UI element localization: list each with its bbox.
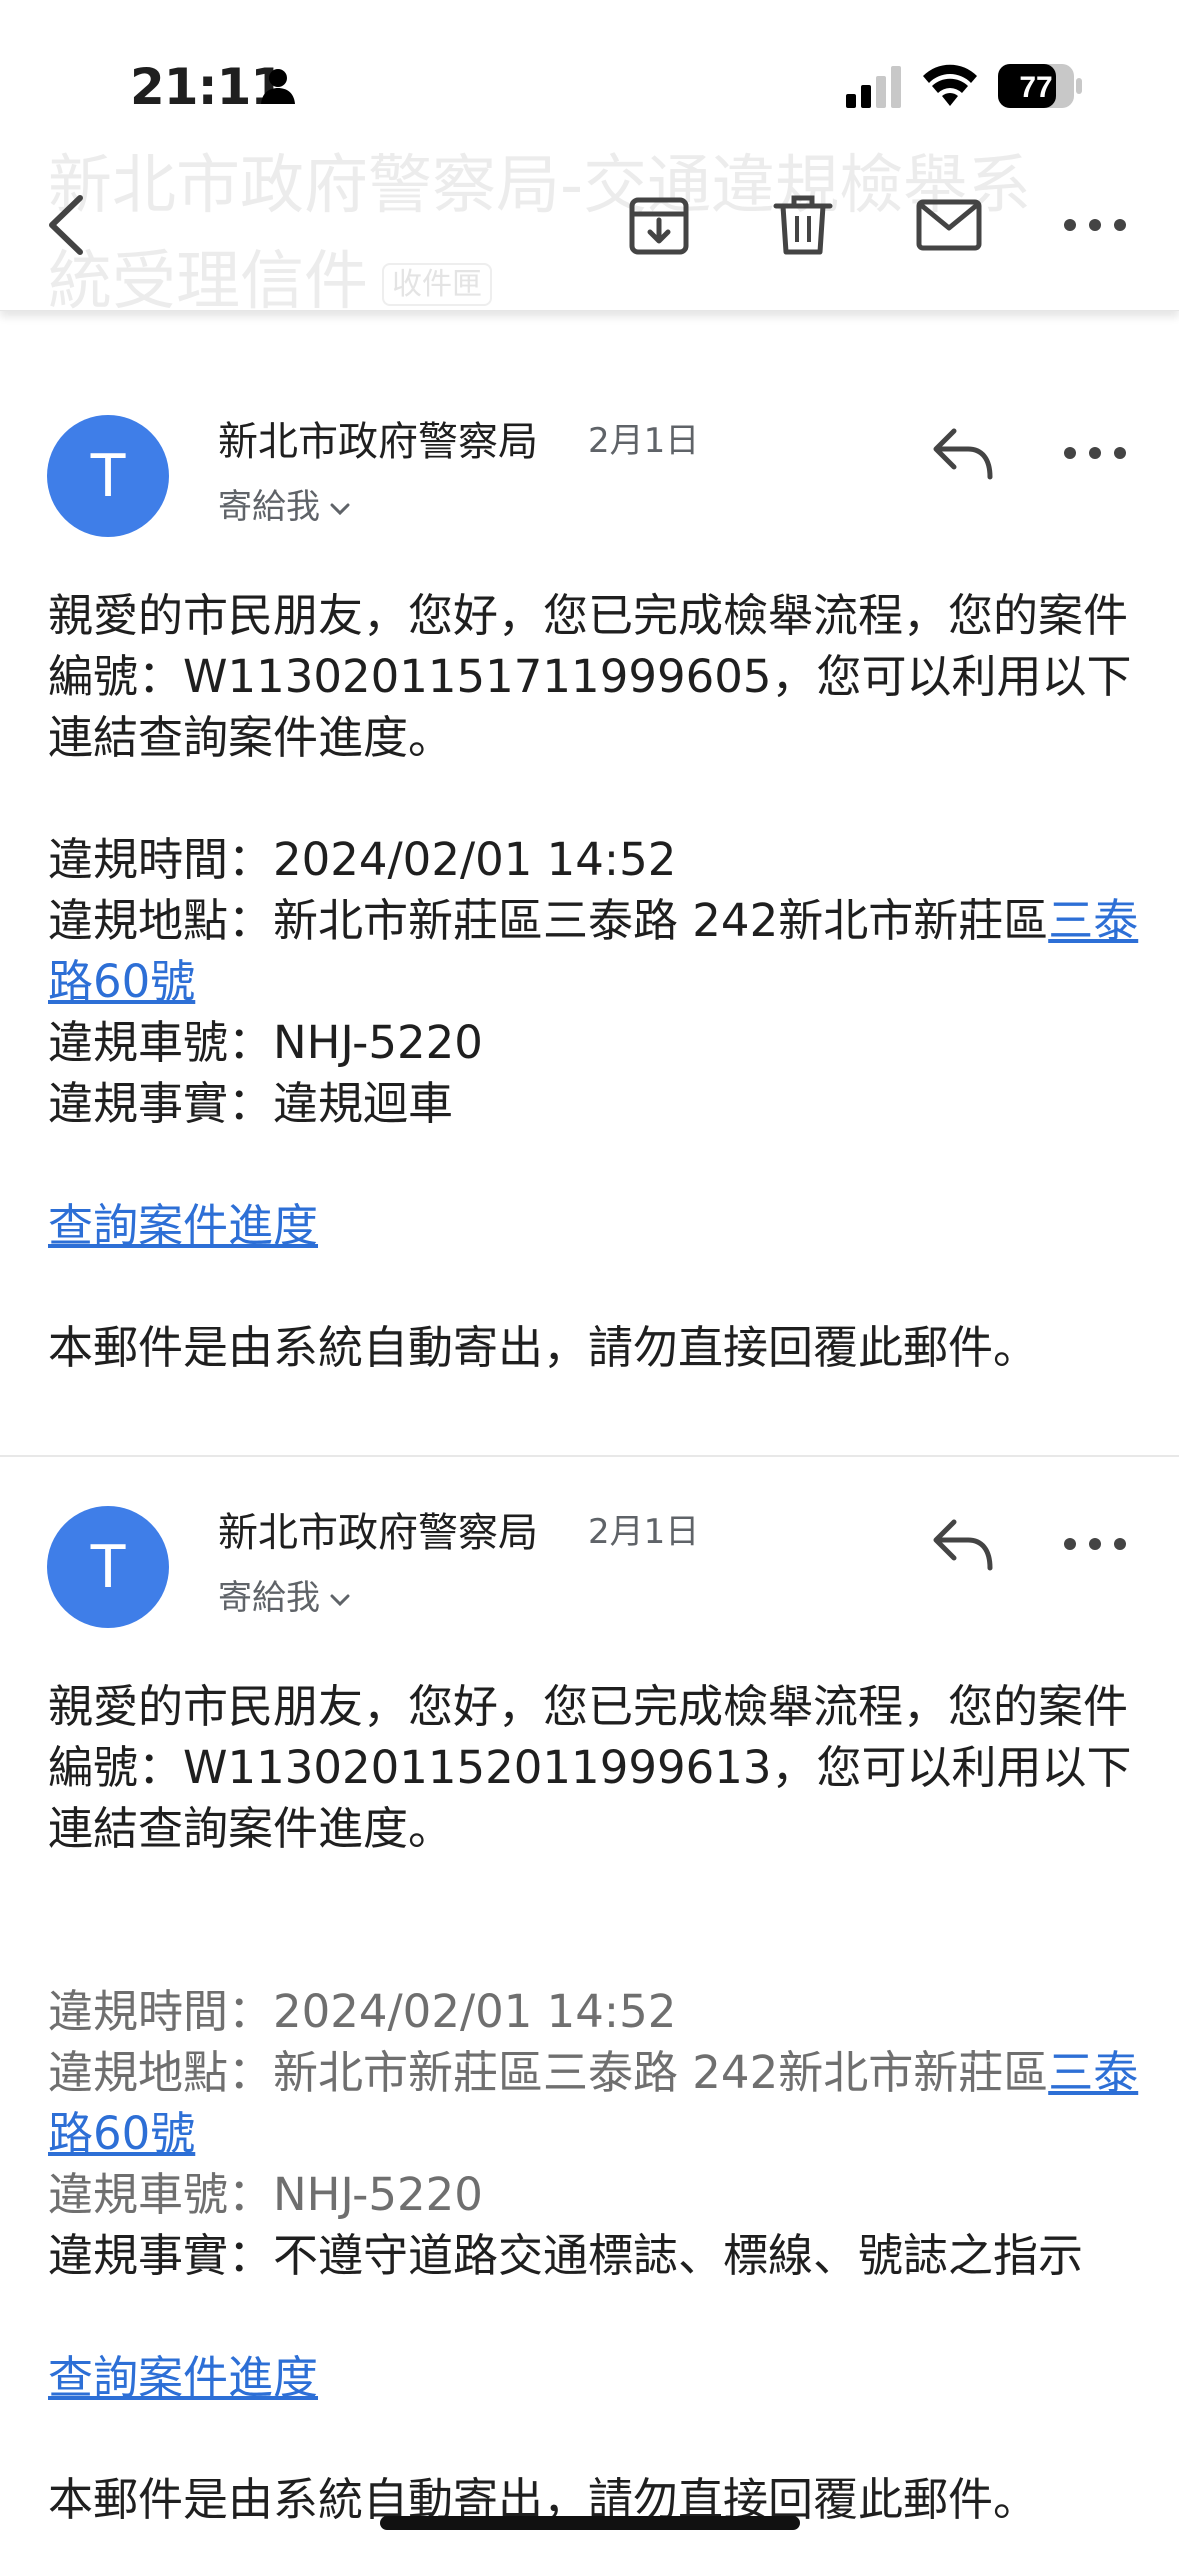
location-text: 違規地點：新北市新莊區三泰路 242新北市新莊區 (48, 894, 1049, 947)
recipient-label: 寄給我 (218, 487, 320, 527)
message-date: 2月1日 (588, 421, 700, 461)
archive-icon[interactable] (624, 190, 694, 260)
violation-fact: 違規事實：不遵守道路交通標誌、標線、號誌之指示 (48, 2229, 1084, 2282)
reply-icon[interactable] (928, 1514, 998, 1576)
violation-fact: 違規事實：違規迴車 (48, 1077, 454, 1130)
recipient-label: 寄給我 (218, 1578, 320, 1618)
email-subject: 新北市政府警察局-交通違規檢舉系統受理信件 收件匣 (48, 138, 1048, 333)
violation-time: 違規時間：2024/02/01 14:52 (48, 833, 677, 886)
more-horizontal-icon[interactable] (1060, 1524, 1130, 1564)
email-body: 親愛的市民朋友，您好，您已完成檢舉流程，您的案件編號：W113020115171… (48, 585, 1148, 1378)
trash-icon[interactable] (768, 190, 838, 260)
chevron-left-icon[interactable] (32, 190, 102, 260)
violation-location: 違規地點：新北市新莊區三泰路 242新北市新莊區三泰路60號 (48, 2042, 1148, 2164)
wifi-icon (923, 64, 977, 106)
avatar[interactable]: T (47, 415, 169, 537)
chevron-down-icon (330, 1594, 350, 1606)
home-indicator[interactable] (380, 2516, 800, 2530)
inbox-label: 收件匣 (382, 263, 492, 307)
email-subject-text: 新北市政府警察局-交通違規檢舉系統受理信件 (48, 149, 1032, 319)
violation-location: 違規地點：新北市新莊區三泰路 242新北市新莊區三泰路60號 (48, 890, 1148, 1012)
battery-icon: 77 (998, 64, 1082, 108)
violation-plate: 違規車號：NHJ-5220 (48, 1016, 483, 1069)
email-intro: 親愛的市民朋友，您好，您已完成檢舉流程，您的案件編號：W113020115171… (48, 589, 1132, 764)
location-text: 違規地點：新北市新莊區三泰路 242新北市新莊區 (48, 2046, 1049, 2099)
message-divider (0, 1455, 1179, 1457)
sender-name[interactable]: 新北市政府警察局 (218, 409, 538, 467)
toolbar: 新北市政府警察局-交通違規檢舉系統受理信件 收件匣 (0, 149, 1179, 319)
sender-name[interactable]: 新北市政府警察局 (218, 1500, 538, 1558)
violation-plate: 違規車號：NHJ-5220 (48, 2168, 483, 2221)
reply-icon[interactable] (928, 423, 998, 485)
cellular-signal-icon (846, 66, 901, 108)
violation-time: 違規時間：2024/02/01 14:52 (48, 1985, 677, 2038)
battery-level: 77 (1019, 71, 1052, 104)
check-progress-link[interactable]: 查詢案件進度 (48, 2351, 318, 2404)
check-progress-link[interactable]: 查詢案件進度 (48, 1199, 318, 1252)
more-horizontal-icon[interactable] (1060, 190, 1130, 260)
recipient-toggle[interactable]: 寄給我 (218, 1570, 350, 1619)
auto-notice: 本郵件是由系統自動寄出，請勿直接回覆此郵件。 (48, 1321, 1039, 1374)
mail-icon[interactable] (914, 190, 984, 260)
status-bar: 21:11 77 (0, 0, 1179, 150)
more-horizontal-icon[interactable] (1060, 433, 1130, 473)
avatar[interactable]: T (47, 1506, 169, 1628)
message-date: 2月1日 (588, 1512, 700, 1552)
email-body: 親愛的市民朋友，您好，您已完成檢舉流程，您的案件編號：W113020115201… (48, 1676, 1148, 2530)
chevron-down-icon (330, 503, 350, 515)
person-icon (261, 69, 295, 104)
email-intro: 親愛的市民朋友，您好，您已完成檢舉流程，您的案件編號：W113020115201… (48, 1680, 1132, 1855)
recipient-toggle[interactable]: 寄給我 (218, 479, 350, 528)
